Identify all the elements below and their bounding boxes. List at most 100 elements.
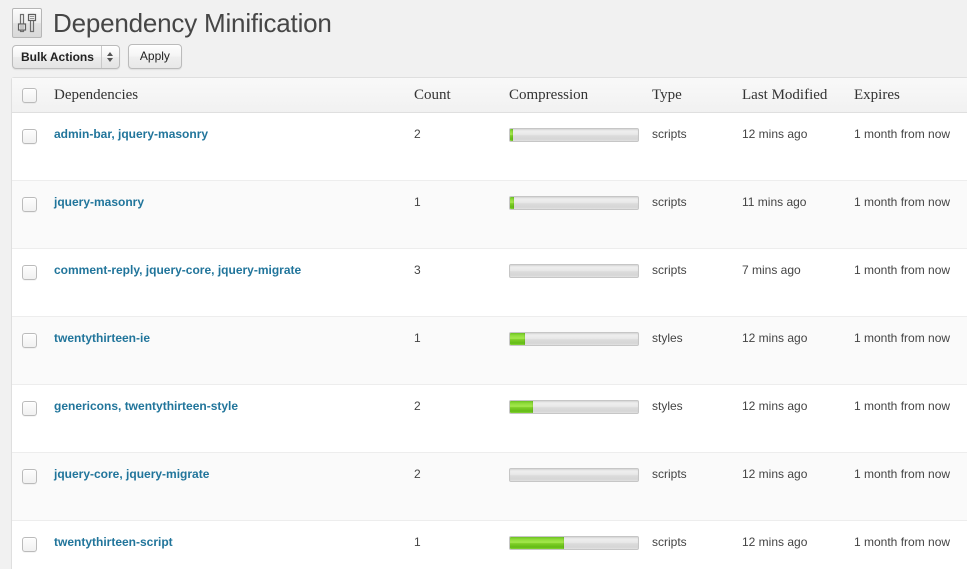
compression-progress-fill	[510, 129, 513, 142]
row-last-modified-cell: 12 mins ago	[742, 520, 854, 569]
row-last-modified-cell: 7 mins ago	[742, 248, 854, 316]
select-all-checkbox-top[interactable]	[22, 88, 37, 104]
row-count-cell: 2	[414, 384, 509, 452]
dependency-link[interactable]: jquery-masonry	[54, 195, 144, 209]
row-last-modified-cell: 12 mins ago	[742, 452, 854, 520]
row-compression-cell	[509, 113, 652, 180]
column-header-compression[interactable]: Compression	[509, 78, 652, 114]
row-type-cell: styles	[652, 384, 742, 452]
last-modified-value: 7 mins ago	[742, 263, 801, 278]
row-type-cell: scripts	[652, 180, 742, 248]
row-select-checkbox[interactable]	[22, 537, 37, 553]
last-modified-value: 12 mins ago	[742, 535, 808, 550]
type-value: scripts	[652, 535, 687, 550]
dependencies-table: Dependencies Count Compression Type Last…	[11, 77, 967, 569]
row-checkbox-cell	[12, 180, 54, 248]
dependency-link[interactable]: admin-bar, jquery-masonry	[54, 127, 208, 141]
table-row: genericons, twentythirteen-style 2 style…	[12, 384, 967, 453]
row-expires-cell: 1 month from now	[854, 384, 967, 452]
row-last-modified-cell: 11 mins ago	[742, 180, 854, 248]
row-count-cell: 3	[414, 248, 509, 316]
type-value: scripts	[652, 195, 687, 210]
dependency-link[interactable]: comment-reply, jquery-core, jquery-migra…	[54, 263, 301, 277]
row-expires-cell: 1 month from now	[854, 316, 967, 384]
bulk-actions-select[interactable]: Bulk Actions	[12, 44, 120, 69]
admin-page: Dependency Minification Bulk Actions App…	[0, 0, 967, 569]
row-select-checkbox[interactable]	[22, 197, 37, 213]
compression-progress-bar	[509, 128, 639, 143]
compression-progress-fill	[510, 333, 526, 346]
row-expires-cell: 1 month from now	[854, 520, 967, 569]
row-compression-cell	[509, 452, 652, 520]
row-dependencies-cell: jquery-masonry	[54, 180, 414, 248]
compression-progress-bar	[509, 468, 639, 483]
table-row: jquery-core, jquery-migrate 2 scripts 12…	[12, 452, 967, 521]
compression-progress-bar	[509, 536, 639, 551]
page-header: Dependency Minification	[0, 0, 967, 38]
row-type-cell: scripts	[652, 113, 742, 180]
row-dependencies-cell: twentythirteen-script	[54, 520, 414, 569]
table-row: admin-bar, jquery-masonry 2 scripts 12 m…	[12, 113, 967, 181]
table-row: jquery-masonry 1 scripts 11 mins ago 1 m…	[12, 180, 967, 249]
table-header-row: Dependencies Count Compression Type Last…	[12, 78, 967, 114]
expires-value: 1 month from now	[854, 535, 951, 550]
row-compression-cell	[509, 248, 652, 316]
row-compression-cell	[509, 384, 652, 452]
expires-value: 1 month from now	[854, 399, 951, 414]
dependency-link[interactable]: twentythirteen-script	[54, 535, 173, 549]
compression-progress-bar	[509, 196, 639, 211]
compression-progress-fill	[510, 537, 564, 550]
expires-value: 1 month from now	[854, 127, 951, 142]
apply-button[interactable]: Apply	[127, 44, 182, 69]
column-header-type[interactable]: Type	[652, 78, 742, 114]
row-count-cell: 2	[414, 113, 509, 180]
column-header-dependencies[interactable]: Dependencies	[54, 78, 414, 114]
row-last-modified-cell: 12 mins ago	[742, 384, 854, 452]
row-type-cell: scripts	[652, 520, 742, 569]
column-header-expires[interactable]: Expires	[854, 78, 967, 114]
column-header-last-modified[interactable]: Last Modified	[742, 78, 854, 114]
row-type-cell: styles	[652, 316, 742, 384]
type-value: scripts	[652, 263, 687, 278]
type-value: styles	[652, 331, 683, 346]
row-expires-cell: 1 month from now	[854, 113, 967, 180]
bulk-actions-selected-value: Bulk Actions	[21, 49, 94, 64]
type-value: scripts	[652, 127, 687, 142]
row-compression-cell	[509, 520, 652, 569]
row-count-cell: 1	[414, 180, 509, 248]
last-modified-value: 12 mins ago	[742, 399, 808, 414]
row-checkbox-cell	[12, 452, 54, 520]
row-select-checkbox[interactable]	[22, 469, 37, 485]
table-head: Dependencies Count Compression Type Last…	[12, 78, 967, 114]
type-value: scripts	[652, 467, 687, 482]
column-header-count[interactable]: Count	[414, 78, 509, 114]
count-value: 2	[414, 399, 421, 414]
expires-value: 1 month from now	[854, 263, 951, 278]
page-title: Dependency Minification	[53, 7, 332, 38]
row-compression-cell	[509, 316, 652, 384]
column-header-checkbox	[12, 78, 54, 114]
dependency-link[interactable]: twentythirteen-ie	[54, 331, 150, 345]
row-select-checkbox[interactable]	[22, 333, 37, 349]
count-value: 2	[414, 467, 421, 482]
count-value: 1	[414, 535, 421, 550]
row-count-cell: 1	[414, 316, 509, 384]
row-dependencies-cell: admin-bar, jquery-masonry	[54, 113, 414, 180]
dependency-link[interactable]: genericons, twentythirteen-style	[54, 399, 238, 413]
row-dependencies-cell: genericons, twentythirteen-style	[54, 384, 414, 452]
row-select-checkbox[interactable]	[22, 129, 37, 145]
row-dependencies-cell: jquery-core, jquery-migrate	[54, 452, 414, 520]
dependency-link[interactable]: jquery-core, jquery-migrate	[54, 467, 209, 481]
row-count-cell: 2	[414, 452, 509, 520]
expires-value: 1 month from now	[854, 467, 951, 482]
row-checkbox-cell	[12, 316, 54, 384]
compression-progress-bar	[509, 400, 639, 415]
row-expires-cell: 1 month from now	[854, 180, 967, 248]
row-checkbox-cell	[12, 113, 54, 180]
row-select-checkbox[interactable]	[22, 265, 37, 281]
row-select-checkbox[interactable]	[22, 401, 37, 417]
row-compression-cell	[509, 180, 652, 248]
count-value: 1	[414, 195, 421, 210]
table-row: comment-reply, jquery-core, jquery-migra…	[12, 248, 967, 317]
table-row: twentythirteen-ie 1 styles 12 mins ago 1…	[12, 316, 967, 385]
